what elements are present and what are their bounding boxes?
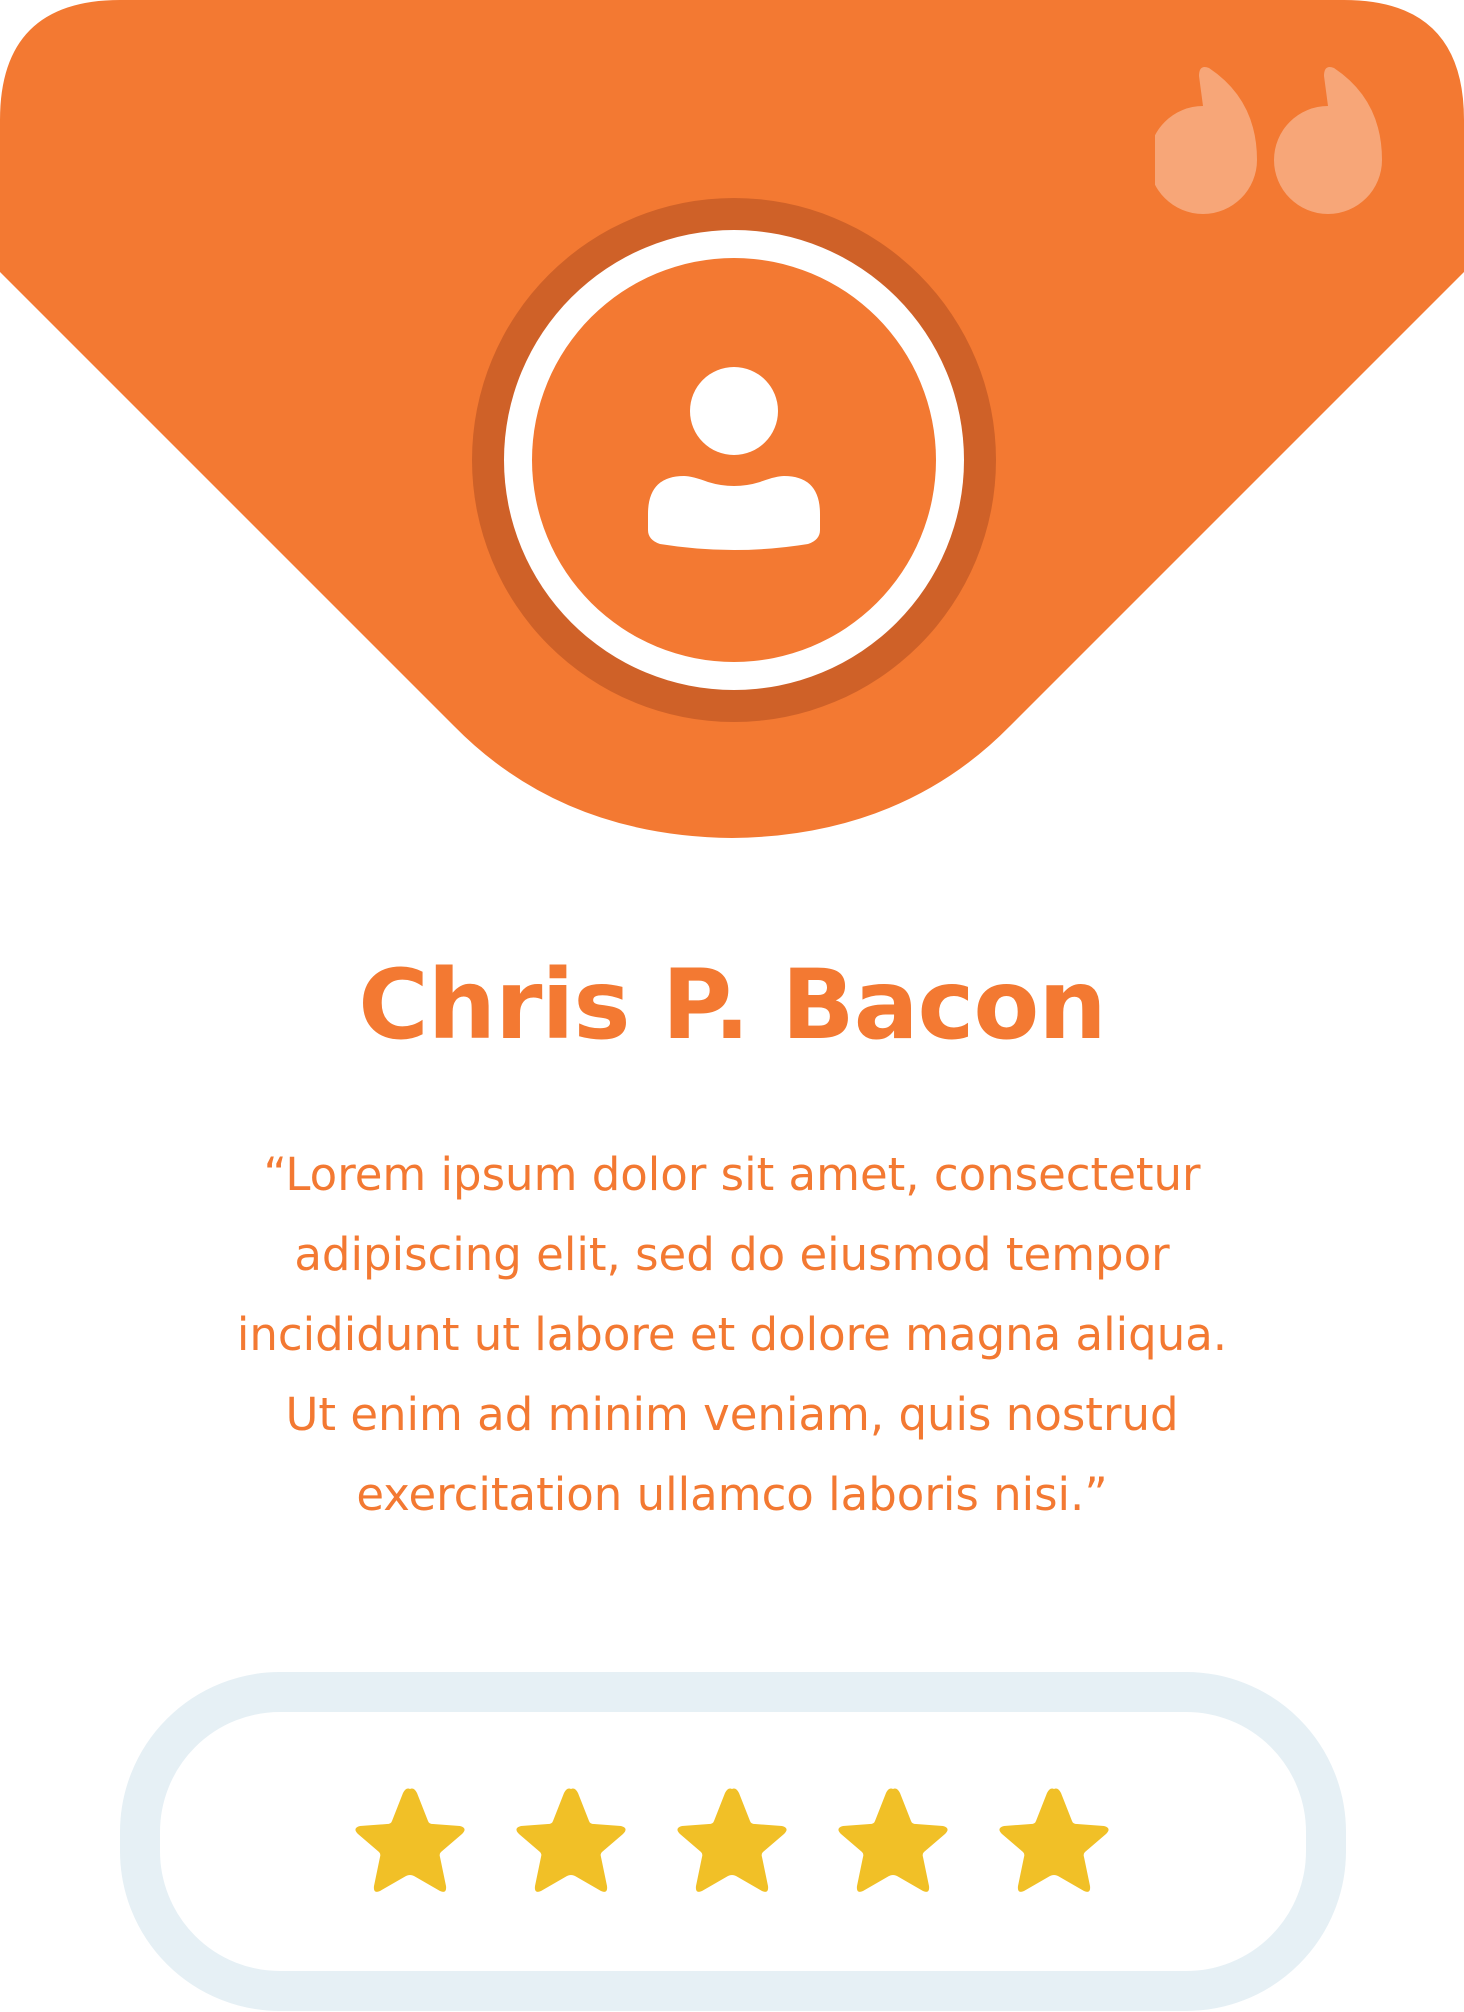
star-icon: [838, 1788, 948, 1892]
star-rating: [0, 1785, 1464, 1900]
star-icon: [516, 1788, 626, 1892]
star-icon: [999, 1788, 1109, 1892]
star-icon: [677, 1788, 787, 1892]
avatar: [472, 198, 996, 722]
testimonial-quote: “Lorem ipsum dolor sit amet, consectetur…: [236, 1148, 1228, 1521]
testimonial-card: Chris P. Bacon “Lorem ipsum dolor sit am…: [0, 0, 1464, 2012]
reviewer-name: Chris P. Bacon: [358, 949, 1106, 1061]
star-icon: [355, 1788, 465, 1892]
quote-mark-icon: [1155, 67, 1382, 214]
